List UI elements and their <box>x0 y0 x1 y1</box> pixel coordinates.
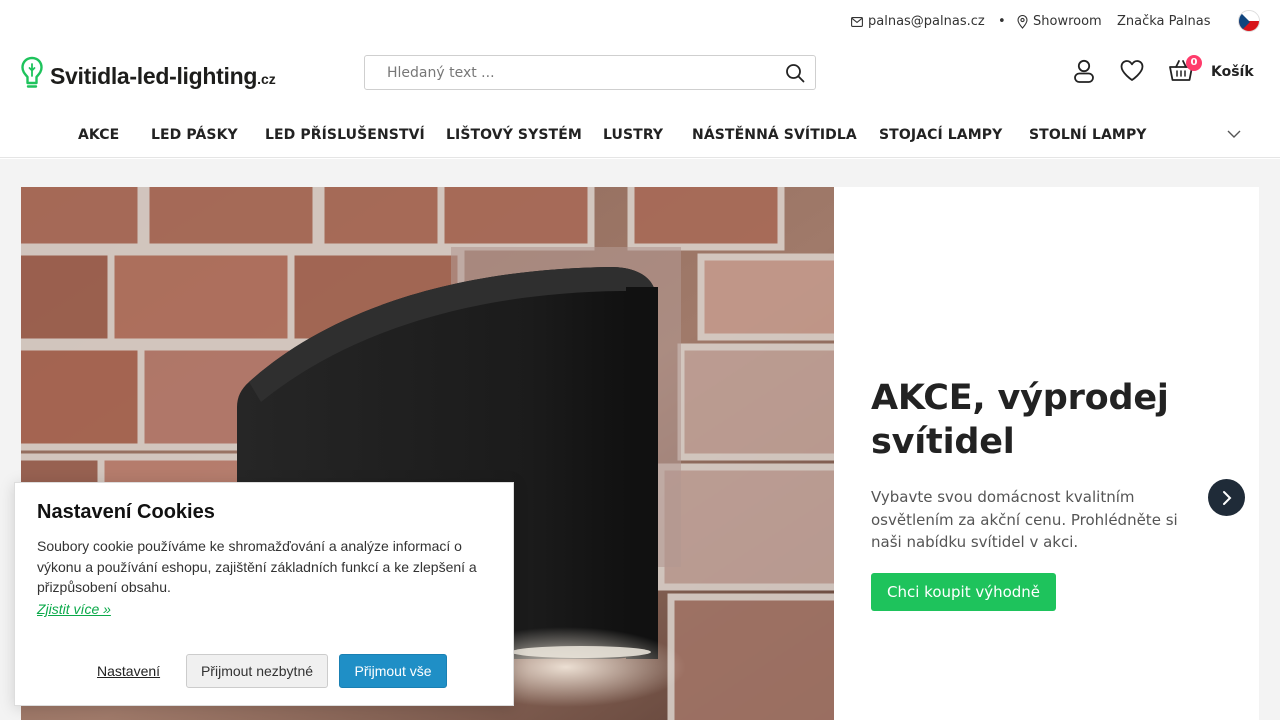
search-box <box>364 55 816 90</box>
nav-item-lustry[interactable]: LUSTRY <box>603 127 663 143</box>
email-text: palnas@palnas.cz <box>868 14 985 29</box>
accept-all-button[interactable]: Přijmout vše <box>339 654 447 688</box>
nav-item-stolni-lampy[interactable]: STOLNÍ LAMPY <box>1029 127 1147 143</box>
user-icon[interactable] <box>1071 58 1097 84</box>
nav-item-led-prislusenstvi[interactable]: LED PŘÍSLUŠENSTVÍ <box>265 127 425 143</box>
top-bar: palnas@palnas.cz • Showroom Značka Palna… <box>0 0 1280 44</box>
cookie-settings-link[interactable]: Nastavení <box>97 663 160 679</box>
slider-next-button[interactable] <box>1208 479 1245 516</box>
hero-description: Vybavte svou domácnost kvalitním osvětle… <box>871 488 1178 551</box>
heart-icon[interactable] <box>1119 58 1145 84</box>
nav-item-stojaci-lampy[interactable]: STOJACÍ LAMPY <box>879 127 1002 143</box>
search-input[interactable] <box>365 56 775 89</box>
nav-item-akce[interactable]: AKCE <box>78 127 119 143</box>
showroom-link[interactable]: Showroom <box>1017 14 1102 29</box>
brand-link[interactable]: Značka Palnas <box>1117 14 1210 29</box>
cookie-text: Soubory cookie používáme ke shromažďován… <box>37 538 477 596</box>
map-pin-icon <box>1017 14 1028 29</box>
hero-text-block: AKCE, výprodej svítidel Vybavte svou dom… <box>871 376 1201 554</box>
logo-text: Svitidla-led-lighting <box>50 63 258 89</box>
cookie-title: Nastavení Cookies <box>37 501 215 523</box>
topbar-separator: • <box>998 14 1006 29</box>
nav-item-listovy-system[interactable]: LIŠTOVÝ SYSTÉM <box>446 127 582 143</box>
cookie-consent-dialog: Nastavení Cookies Soubory cookie používá… <box>14 482 514 706</box>
nav-item-nastenna-svitidla[interactable]: NÁSTĚNNÁ SVÍTIDLA <box>692 127 857 143</box>
nav-item-led-pasky[interactable]: LED PÁSKY <box>151 127 238 143</box>
chevron-down-icon[interactable] <box>1226 128 1242 140</box>
main-nav: AKCE LED PÁSKY LED PŘÍSLUŠENSTVÍ LIŠTOVÝ… <box>0 112 1280 158</box>
logo-tld: .cz <box>257 71 276 87</box>
bulb-logo-icon <box>21 56 43 88</box>
site-logo[interactable]: Svitidla-led-lighting .cz <box>20 56 276 90</box>
showroom-text: Showroom <box>1033 14 1102 29</box>
search-icon <box>786 63 805 82</box>
envelope-icon <box>851 16 863 27</box>
hero-cta-button[interactable]: Chci koupit výhodně <box>871 573 1057 611</box>
hero-title: AKCE, výprodej svítidel <box>871 378 1169 462</box>
cz-flag-icon[interactable] <box>1238 10 1260 32</box>
email-link[interactable]: palnas@palnas.cz <box>851 14 985 29</box>
cookie-more-link[interactable]: Zjistit více » <box>37 601 111 617</box>
accept-necessary-button[interactable]: Přijmout nezbytné <box>186 654 328 688</box>
cart-count-badge: 0 <box>1186 55 1202 71</box>
chevron-right-icon <box>1222 490 1231 505</box>
cart-link[interactable]: Košík <box>1211 64 1254 80</box>
search-button[interactable] <box>775 56 815 89</box>
